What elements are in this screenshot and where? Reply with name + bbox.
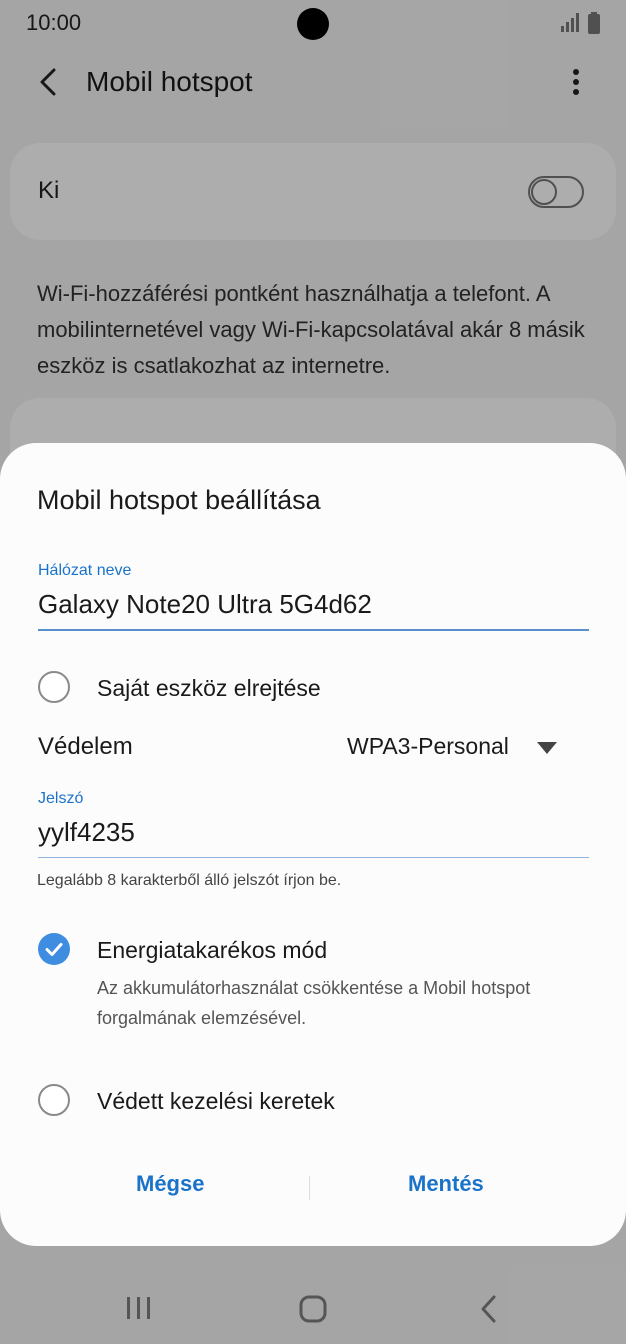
navigation-bar xyxy=(0,1270,626,1344)
recents-icon[interactable] xyxy=(125,1296,153,1320)
hotspot-settings-dialog: Mobil hotspot beállítása Hálózat neve Ga… xyxy=(0,443,626,1246)
security-label: Védelem xyxy=(38,733,133,760)
cancel-button[interactable]: Mégse xyxy=(136,1171,204,1197)
network-name-input[interactable]: Galaxy Note20 Ultra 5G4d62 xyxy=(38,589,372,620)
hide-device-checkbox[interactable] xyxy=(38,671,70,703)
dropdown-triangle-icon xyxy=(537,742,557,754)
network-name-label: Hálózat neve xyxy=(38,562,132,579)
hide-device-label[interactable]: Saját eszköz elrejtése xyxy=(97,675,321,702)
password-label: Jelszó xyxy=(38,790,84,807)
save-button[interactable]: Mentés xyxy=(408,1171,484,1197)
nav-back-icon[interactable] xyxy=(478,1294,500,1324)
security-select[interactable]: WPA3-Personal xyxy=(347,733,567,765)
protected-frames-label[interactable]: Védett kezelési keretek xyxy=(97,1088,335,1115)
password-underline xyxy=(38,857,589,858)
button-divider xyxy=(309,1176,310,1200)
home-icon[interactable] xyxy=(298,1294,328,1324)
password-input[interactable]: yylf4235 xyxy=(38,817,135,848)
security-value: WPA3-Personal xyxy=(347,733,509,759)
power-saving-description: Az akkumulátorhasználat csökkentése a Mo… xyxy=(97,978,531,1028)
check-circle-icon[interactable] xyxy=(38,933,70,965)
network-name-underline xyxy=(38,629,589,631)
power-saving-label[interactable]: Energiatakarékos mód xyxy=(97,937,327,964)
protected-frames-checkbox[interactable] xyxy=(38,1084,70,1116)
password-helper-text: Legalább 8 karakterből álló jelszót írjo… xyxy=(37,872,342,889)
dialog-title: Mobil hotspot beállítása xyxy=(37,485,321,515)
